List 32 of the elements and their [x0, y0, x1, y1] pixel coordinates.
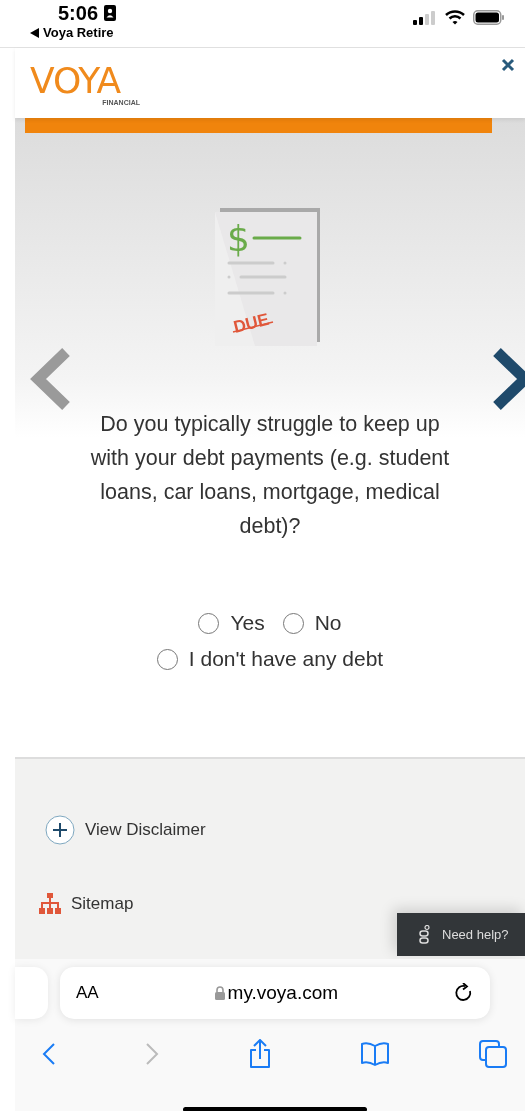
- address-bar[interactable]: AA my.voya.com: [60, 967, 490, 1019]
- wifi-icon: [445, 10, 465, 25]
- battery-icon: [473, 10, 505, 25]
- text-size-button[interactable]: AA: [76, 983, 99, 1003]
- radio-option[interactable]: Yes: [198, 611, 265, 635]
- lock-icon: [214, 986, 225, 1000]
- sitemap-icon: [39, 893, 61, 915]
- badge-icon: [104, 5, 117, 21]
- radio-option[interactable]: I don't have any debt: [156, 647, 384, 671]
- reload-icon[interactable]: [454, 983, 474, 1003]
- back-triangle-icon: [30, 27, 39, 38]
- back-icon[interactable]: [42, 1042, 56, 1066]
- plus-circle-icon: [45, 815, 75, 845]
- share-icon[interactable]: [247, 1039, 272, 1069]
- clock-time: 5:06: [58, 1, 99, 25]
- signal-icon: [413, 10, 437, 25]
- radio-circle[interactable]: [198, 612, 220, 634]
- previous-chevron-icon[interactable]: [30, 348, 72, 410]
- radio-circle[interactable]: [156, 648, 178, 670]
- chat-help-button[interactable]: Need help?: [397, 913, 525, 956]
- tabs-icon[interactable]: [479, 1040, 507, 1068]
- radio-option[interactable]: No: [282, 611, 342, 635]
- bookmarks-icon[interactable]: [360, 1041, 391, 1067]
- radio-circle[interactable]: [282, 612, 304, 634]
- logo-wordmark: VOYA: [30, 66, 121, 98]
- next-chevron-icon[interactable]: [491, 348, 525, 410]
- chat-icon: [419, 924, 430, 945]
- question-text: Do you typically struggle to keep up with your debt payments (e.g. student loans, car loans, mortgage, medical debt)?: [89, 411, 451, 540]
- sitemap-link[interactable]: Sitemap: [39, 893, 134, 915]
- disclaimer-link[interactable]: View Disclaimer: [45, 815, 206, 845]
- back-to-app-link[interactable]: Voya Retire: [30, 25, 525, 40]
- url-text: my.voya.com: [227, 982, 339, 1004]
